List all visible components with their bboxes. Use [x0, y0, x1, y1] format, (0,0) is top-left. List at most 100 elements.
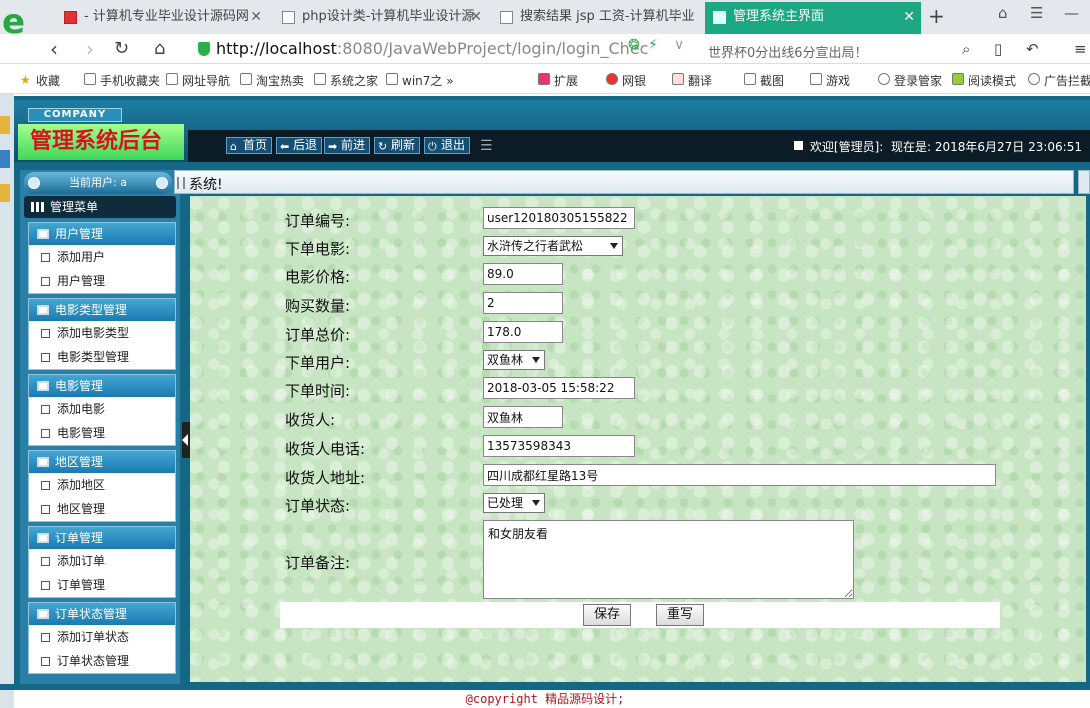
nav-back-button[interactable]: ⬅ 后退 — [276, 137, 323, 154]
bookmark-item[interactable]: 扩展 — [538, 72, 578, 89]
status-select[interactable]: 已处理 — [483, 493, 545, 513]
sidebar-item-add-order-status[interactable]: 添加订单状态 — [29, 625, 175, 649]
user-label: 下单用户: — [285, 354, 351, 372]
address-input[interactable] — [483, 464, 996, 486]
close-icon[interactable]: ✕ — [250, 2, 262, 32]
sidebar-collapse-handle[interactable] — [182, 422, 190, 458]
sidebar-item-region-manage[interactable]: 地区管理 — [29, 497, 175, 521]
menu-group-users: 用户管理 添加用户 用户管理 — [28, 222, 176, 294]
sidebar-item-user-manage[interactable]: 用户管理 — [29, 269, 175, 293]
total-label: 订单总价: — [285, 326, 351, 344]
sidebar-item-add-movie-type[interactable]: 添加电影类型 — [29, 321, 175, 345]
menu-bars-icon: ☰ — [480, 138, 493, 154]
remark-textarea[interactable]: 和女朋友看 — [483, 520, 854, 599]
page-icon — [41, 481, 50, 490]
browser-tab-1[interactable]: - 计算机专业毕业设计源码网 ✕ — [56, 2, 268, 34]
movie-select[interactable]: 水浒传之行者武松 — [483, 236, 623, 256]
save-button[interactable]: 保存 — [583, 604, 632, 626]
bookmark-item[interactable]: 阅读模式 — [952, 72, 1016, 89]
bookmark-item[interactable]: 截图 — [744, 72, 784, 89]
menu-icon[interactable]: ≡ — [1074, 40, 1087, 58]
form-button-row: 保存 重写 — [280, 602, 1000, 628]
tab-favicon-icon — [500, 11, 513, 24]
sidebar-item-movie-type-manage[interactable]: 电影类型管理 — [29, 345, 175, 369]
home-icon[interactable]: ⌂ — [154, 36, 165, 62]
sidebar-item-add-movie[interactable]: 添加电影 — [29, 397, 175, 421]
current-user: 当前用户: a — [24, 172, 172, 194]
reload-icon[interactable]: ↻ — [114, 36, 129, 62]
minimize-icon[interactable]: — — [1064, 4, 1079, 22]
menu-group-title[interactable]: 订单状态管理 — [29, 603, 175, 625]
nav-refresh-button[interactable]: ↻ 刷新 — [374, 137, 421, 154]
quantity-input[interactable] — [483, 292, 563, 314]
nav-logout-button[interactable]: ⏻ 退出 — [424, 137, 471, 154]
sidebar-item-add-user[interactable]: 添加用户 — [29, 245, 175, 269]
sidebar-item-movie-manage[interactable]: 电影管理 — [29, 421, 175, 445]
menu-group-title[interactable]: 电影类型管理 — [29, 299, 175, 321]
menu-group-movies: 电影管理 添加电影 电影管理 — [28, 374, 176, 446]
menu-group-title[interactable]: 订单管理 — [29, 527, 175, 549]
reset-button[interactable]: 重写 — [656, 604, 705, 626]
order-no-input[interactable] — [483, 207, 635, 229]
bookmark-item[interactable]: 系统之家 — [314, 72, 378, 89]
forward-arrow-icon[interactable]: › — [86, 36, 94, 62]
sidebar-item-add-order[interactable]: 添加订单 — [29, 549, 175, 573]
search-icon[interactable]: ⌕ — [962, 40, 970, 58]
page-icon — [41, 329, 50, 338]
user-select[interactable]: 双鱼林 — [483, 350, 545, 370]
sidebar-item-order-manage[interactable]: 订单管理 — [29, 573, 175, 597]
bar-grip-icon — [177, 177, 185, 189]
bookmark-item[interactable]: 广告拦截 — [1028, 72, 1090, 89]
back-arrow-icon[interactable]: ‹ — [50, 36, 58, 62]
browser-logo: e — [2, 2, 26, 42]
bookmark-item[interactable]: 淘宝热卖 — [240, 72, 304, 89]
receiver-input[interactable] — [483, 406, 563, 428]
menu-group-title[interactable]: 电影管理 — [29, 375, 175, 397]
book-icon — [952, 73, 964, 85]
compat-mode-icon[interactable]: ❂ — [628, 37, 640, 53]
url-host: http://localhost — [216, 39, 337, 58]
new-tab-button[interactable]: + — [928, 2, 945, 30]
price-input[interactable] — [483, 263, 563, 285]
close-icon[interactable]: ✕ — [470, 2, 482, 32]
bookmark-item[interactable]: 游戏 — [810, 72, 850, 89]
order-time-input[interactable] — [483, 377, 635, 399]
url-dropdown-icon[interactable]: ∨ — [674, 37, 684, 53]
bookmark-item[interactable]: win7之 » — [386, 72, 454, 89]
breadcrumb-cap — [1078, 170, 1090, 194]
menu-group-title[interactable]: 地区管理 — [29, 451, 175, 473]
browser-tab-2[interactable]: php设计类-计算机毕业设计源 ✕ — [274, 2, 488, 34]
skin-icon[interactable]: ⌂ — [998, 4, 1008, 22]
bookmark-item[interactable]: 翻译 — [672, 72, 712, 89]
bookmark-item[interactable]: 网址导航 — [166, 72, 230, 89]
page-icon — [41, 505, 50, 514]
sidebar-item-add-region[interactable]: 添加地区 — [29, 473, 175, 497]
nav-home-button[interactable]: ⌂ 首页 — [226, 137, 273, 154]
tab-label: php设计类-计算机毕业设计源 — [302, 9, 475, 24]
bookmark-item[interactable]: 手机收藏夹 — [84, 72, 160, 89]
mobile-icon[interactable]: ▯ — [994, 40, 1002, 58]
undo-icon[interactable]: ↶ — [1026, 40, 1039, 58]
close-icon[interactable]: ✕ — [903, 2, 915, 32]
menu-group-title[interactable]: 用户管理 — [29, 223, 175, 245]
phone-input[interactable] — [483, 435, 635, 457]
bookmark-item[interactable]: ★ 收藏 — [20, 72, 60, 89]
total-input[interactable] — [483, 321, 563, 343]
speed-mode-icon[interactable]: ⚡ — [648, 37, 658, 53]
star-icon: ★ — [20, 73, 31, 87]
nav-forward-button[interactable]: ➡ 前进 — [324, 137, 371, 154]
triangle-left-icon — [182, 434, 188, 446]
url-input[interactable]: http://localhost:8080/JavaWebProject/log… — [192, 38, 670, 60]
tab-favicon-icon — [713, 11, 726, 24]
scissors-icon — [744, 73, 756, 85]
browser-tab-3[interactable]: 搜索结果 jsp 工资-计算机毕业 — [492, 2, 702, 34]
bookmark-item[interactable]: 登录管家 — [878, 72, 942, 89]
bookmark-item[interactable]: 网银 — [606, 72, 646, 89]
browser-tab-active[interactable]: 管理系统主界面 ✕ — [705, 2, 921, 34]
order-edit-form: 订单编号: 下单电影: 水浒传之行者武松 电影价格: 购买数量: 订单总价: 下… — [190, 196, 1086, 682]
menu-icon[interactable]: ☰ — [1030, 4, 1043, 22]
admin-app: COMPANY 管理系统后台 ⌂ 首页 ⬅ 后退 ➡ 前进 ↻ 刷新 ⏻ 退出 ☰ 欢迎[… — [14, 96, 1090, 688]
search-hint[interactable]: 世界杯0分出线6分宣出局！ — [708, 42, 868, 61]
page-icon — [314, 73, 326, 85]
sidebar-item-order-status-manage[interactable]: 订单状态管理 — [29, 649, 175, 673]
